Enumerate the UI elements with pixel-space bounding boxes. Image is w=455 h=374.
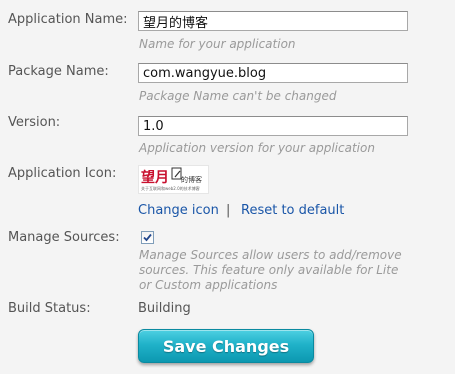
manage-sources-hint-line1: Manage Sources allow users to add/remove <box>139 248 402 262</box>
app-name-hint: Name for your application <box>139 37 296 51</box>
change-icon-link[interactable]: Change icon <box>138 203 219 218</box>
manage-sources-label: Manage Sources: <box>8 230 120 245</box>
package-name-input[interactable] <box>138 63 408 83</box>
app-icon-tagline: 关于互联网和web2.0的技术博客 <box>141 185 200 191</box>
manage-sources-hint-line2: sources. This feature only available for… <box>139 263 399 277</box>
app-icon-graphic: 望月 的博客 关于互联网和web2.0的技术博客 <box>139 166 208 193</box>
check-icon <box>143 233 152 242</box>
manage-sources-hint-line3: or Custom applications <box>139 278 278 292</box>
save-changes-button[interactable]: Save Changes <box>138 329 314 363</box>
version-input[interactable] <box>138 116 408 136</box>
package-name-label: Package Name: <box>8 64 109 79</box>
package-name-hint: Package Name can't be changed <box>139 89 337 103</box>
app-name-label: Application Name: <box>8 12 128 27</box>
app-icon-subtitle: 的博客 <box>181 175 202 184</box>
build-status-label: Build Status: <box>8 301 91 316</box>
app-name-input[interactable] <box>138 11 408 31</box>
version-label: Version: <box>8 115 61 130</box>
app-icon-image: 望月 的博客 关于互联网和web2.0的技术博客 <box>138 165 209 194</box>
build-status-value: Building <box>138 301 191 316</box>
app-icon-label: Application Icon: <box>8 166 117 181</box>
app-icon-title: 望月 <box>141 169 169 186</box>
reset-to-default-link[interactable]: Reset to default <box>241 203 344 218</box>
version-hint: Application version for your application <box>139 141 375 155</box>
manage-sources-checkbox[interactable] <box>141 231 154 244</box>
link-separator: | <box>226 203 231 218</box>
